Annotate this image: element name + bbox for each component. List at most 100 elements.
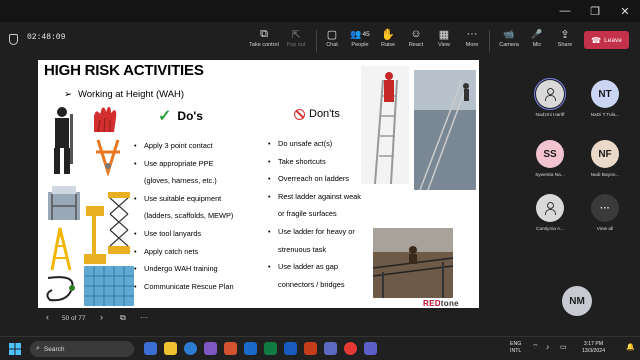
chrome-icon[interactable] (344, 342, 357, 355)
react-icon: ☺ (410, 28, 422, 40)
language-code: ENG (510, 341, 522, 347)
presentation-more-button[interactable]: ··· (140, 313, 148, 322)
chat-label: Chat (326, 42, 338, 48)
presentation-slide: HIGH RISK ACTIVITIES ➢ Working at Height … (38, 60, 479, 308)
slide-title: HIGH RISK ACTIVITIES (44, 62, 204, 79)
share-button[interactable]: ⇪ Share (546, 27, 584, 53)
unsafe-ladder-climb-image (361, 66, 409, 184)
view-all-label: View all (596, 227, 614, 232)
list-item: Use ladder as gap (268, 258, 361, 276)
list-item: Do unsafe act(s) (268, 135, 361, 153)
participant-tile[interactable]: SS Sywesta Na... (525, 140, 575, 178)
view-label: View (438, 42, 450, 48)
file-explorer-icon[interactable] (164, 342, 177, 355)
arrow-bullet-icon: ➢ (64, 89, 72, 100)
dos-list: Apply 3 point contact Use appropriate PP… (134, 137, 234, 295)
safety-gloves-image (94, 106, 117, 133)
take-control-label: Take control (249, 42, 279, 48)
harness-worker-image (54, 107, 73, 174)
windows-start-icon[interactable] (9, 343, 21, 355)
list-item: Rest ladder against weak (268, 188, 361, 206)
list-item: connectors / bridges (278, 279, 345, 289)
person-icon (544, 88, 556, 101)
shared-content-stage: HIGH RISK ACTIVITIES ➢ Working at Height … (0, 56, 520, 336)
take-control-icon: ⧉ (260, 27, 268, 40)
list-item: Use tool lanyards (134, 225, 234, 243)
participant-name: Nadi Bayon... (590, 173, 620, 178)
participant-name: Nadzmi Hariff (535, 113, 565, 118)
language-indicator[interactable]: ENG INTL (510, 341, 521, 355)
subtitle-text: Working at Height (WAH) (77, 89, 185, 100)
close-window-button[interactable]: ✕ (610, 0, 640, 22)
avatar (534, 78, 566, 110)
list-item: Undergo WAH training (134, 260, 234, 278)
view-all-participants-button[interactable]: ··· View all (580, 194, 630, 232)
task-view-icon[interactable] (144, 342, 157, 355)
taskbar-search[interactable]: ⌕ Search (30, 341, 134, 357)
camera-icon: 📹 (503, 28, 515, 39)
stepladder-image (50, 227, 72, 271)
participant-name: Cantiynia A... (535, 227, 565, 232)
presentation-controls: ‹ 50 of 77 › ⧉ ··· (0, 308, 520, 330)
prohibited-icon (294, 108, 305, 120)
app-icon[interactable] (204, 342, 217, 355)
battery-icon[interactable]: ▭ (560, 344, 567, 351)
slide-page-info: 50 of 77 (62, 315, 86, 322)
self-avatar: NM (562, 286, 592, 316)
search-placeholder: Search (43, 345, 65, 353)
powerpoint-icon[interactable] (224, 342, 237, 355)
avatar: NF (591, 140, 619, 168)
shield-icon (9, 34, 18, 45)
slide-subtitle: ➢ Working at Height (WAH) (64, 89, 184, 100)
previous-slide-button[interactable]: ‹ (46, 312, 49, 322)
scissor-lift-image (108, 192, 130, 254)
more-button[interactable]: ··· More (453, 27, 491, 53)
next-slide-button[interactable]: › (100, 312, 103, 322)
leave-button[interactable]: ☎ Leave (584, 31, 629, 49)
participant-tile[interactable]: NF Nadi Bayon... (580, 140, 630, 178)
clock[interactable]: 3:17 PM 13/3/2024 (582, 341, 605, 355)
donts-heading: Don'ts (294, 108, 340, 120)
ladder-against-wall-image (414, 70, 476, 190)
teams-icon[interactable] (364, 342, 377, 355)
volume-icon[interactable]: ♪ (546, 344, 550, 351)
clock-time: 3:17 PM (583, 341, 604, 347)
app-icon[interactable] (324, 342, 337, 355)
list-item: Use ladder for heavy or (268, 223, 361, 241)
search-icon: ⌕ (36, 345, 40, 352)
slide-grid-button[interactable]: ⧉ (120, 313, 126, 323)
list-item: Overreach on ladders (268, 170, 361, 188)
ladder-as-bridge-image (373, 228, 453, 298)
participant-tile[interactable]: NT NaDi T.Tula... (580, 80, 630, 118)
donts-list: Do unsafe act(s) Take shortcuts Overreac… (268, 135, 361, 293)
pdf-icon[interactable] (304, 342, 317, 355)
wifi-icon[interactable]: ⌔ (532, 344, 539, 351)
brand-rest-text: tone (440, 299, 459, 308)
scaffold-image (48, 186, 80, 220)
people-label: People (351, 42, 369, 48)
outlook-icon[interactable] (244, 342, 257, 355)
participant-tile[interactable]: Nadzmi Hariff (525, 78, 575, 118)
checkmark-icon: ✓ (158, 108, 172, 125)
people-glyph: 👥 (350, 28, 362, 39)
minimize-button[interactable]: — (550, 0, 580, 22)
chat-icon: ▢ (326, 28, 338, 41)
list-item: Apply 3 point contact (134, 137, 234, 155)
tool-lanyard-image (46, 276, 75, 302)
list-item: (ladders, scaffolds, MEWP) (144, 211, 234, 221)
self-view-tile[interactable]: NM (552, 286, 602, 316)
fall-arrest-harness-image (96, 139, 120, 176)
dos-heading: ✓ Do's (158, 106, 203, 126)
word-icon[interactable] (284, 342, 297, 355)
participant-tile[interactable]: Cantiynia A... (525, 194, 575, 232)
mic-icon: 🎤 (531, 28, 543, 39)
avatar (536, 194, 564, 222)
pop-out-button[interactable]: ⇱ Pop out (277, 27, 315, 53)
maximize-button[interactable]: ❐ (580, 0, 610, 22)
participant-name: NaDi T.Tula... (590, 113, 620, 118)
excel-icon[interactable] (264, 342, 277, 355)
list-item: Take shortcuts (268, 153, 361, 171)
raise-hand-icon: ✋ (381, 28, 395, 41)
edge-icon[interactable] (184, 342, 197, 355)
notifications-icon[interactable]: 🔔 (626, 344, 635, 351)
